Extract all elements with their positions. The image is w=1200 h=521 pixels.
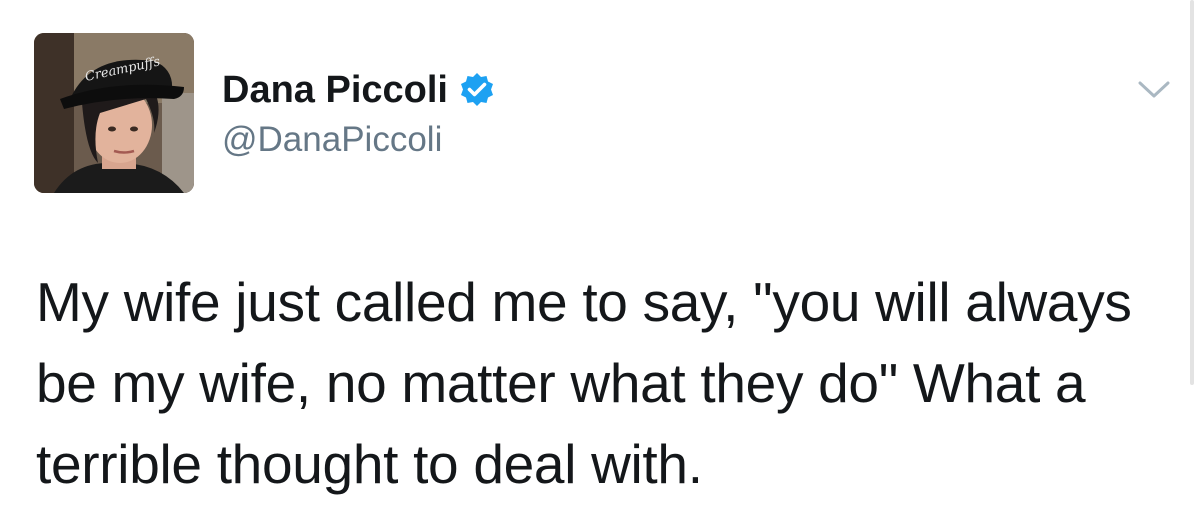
display-name[interactable]: Dana Piccoli bbox=[222, 66, 448, 114]
avatar[interactable]: Creampuffs bbox=[34, 33, 194, 193]
tweet-text: My wife just called me to say, "you will… bbox=[36, 271, 1132, 495]
name-row: Dana Piccoli bbox=[222, 66, 496, 114]
scrollbar[interactable] bbox=[1190, 0, 1194, 385]
user-handle[interactable]: @DanaPiccoli bbox=[222, 118, 442, 162]
verified-badge-icon bbox=[458, 71, 496, 109]
avatar-image: Creampuffs bbox=[34, 33, 194, 193]
tweet-card: Creampuffs Dana Piccoli @DanaPiccoli My … bbox=[0, 0, 1200, 521]
chevron-down-icon[interactable] bbox=[1136, 78, 1172, 102]
